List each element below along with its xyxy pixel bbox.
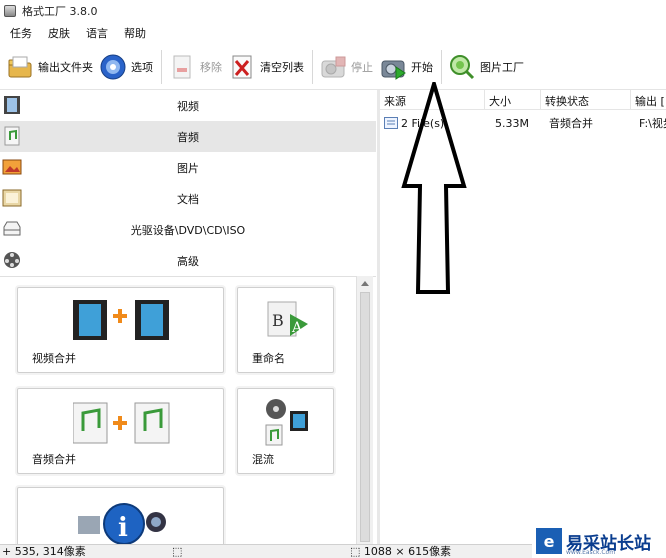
scrollbar-thumb[interactable] <box>360 292 370 542</box>
column-status[interactable]: 转换状态 <box>541 90 631 109</box>
start-button[interactable]: 开始 <box>379 49 433 85</box>
options-icon <box>99 53 127 81</box>
watermark-subtext: www.Easck.Com <box>566 549 616 556</box>
tile-label: 音频合并 <box>32 453 76 466</box>
column-size[interactable]: 大小 <box>485 90 541 109</box>
title-bar: 格式工厂 3.8.0 <box>0 0 666 22</box>
watermark: e 易采站长站 www.Easck.Com <box>532 524 666 558</box>
app-icon <box>4 5 16 17</box>
stop-label: 停止 <box>351 60 373 74</box>
menu-language[interactable]: 语言 <box>86 25 108 41</box>
category-label: 图片 <box>177 161 199 175</box>
file-list-icon <box>384 117 398 129</box>
clear-list-button[interactable]: 清空列表 <box>228 49 304 85</box>
category-advanced[interactable]: 高级 <box>0 245 376 276</box>
remove-label: 移除 <box>200 60 222 74</box>
cursor-position: + 535, 314像素 <box>2 545 86 558</box>
category-label: 文档 <box>177 192 199 206</box>
category-audio[interactable]: 音频 <box>0 121 376 152</box>
stop-icon <box>319 53 347 81</box>
stop-button[interactable]: 停止 <box>319 49 373 85</box>
options-button[interactable]: 选项 <box>99 49 153 85</box>
output-folder-button[interactable]: 输出文件夹 <box>6 49 93 85</box>
tile-label: 混流 <box>252 453 274 466</box>
output-folder-label: 输出文件夹 <box>38 60 93 74</box>
tile-label: 重命名 <box>252 352 285 365</box>
picture-factory-label: 图片工厂 <box>480 60 524 74</box>
category-video[interactable]: 视频 <box>0 90 376 121</box>
folder-icon <box>6 53 34 81</box>
cell-status: 音频合并 <box>549 117 593 130</box>
category-label: 高级 <box>177 254 199 268</box>
mux-icon <box>262 397 312 450</box>
picture-factory-button[interactable]: 图片工厂 <box>448 49 524 85</box>
clear-list-label: 清空列表 <box>260 60 304 74</box>
tile-video-merge[interactable]: 视频合并 <box>17 287 224 373</box>
toolbar-separator <box>312 49 313 84</box>
menu-skin[interactable]: 皮肤 <box>48 25 70 41</box>
category-label: 音频 <box>177 130 199 144</box>
tile-media-info[interactable]: i <box>17 487 224 544</box>
svg-text:i: i <box>118 513 128 543</box>
cell-size: 5.33M <box>495 116 529 130</box>
remove-icon <box>168 53 196 81</box>
magnifier-icon <box>448 53 476 81</box>
options-label: 选项 <box>131 60 153 74</box>
audio-merge-icon <box>72 399 173 450</box>
clear-list-icon <box>228 53 256 81</box>
remove-button[interactable]: 移除 <box>168 49 222 85</box>
category-document[interactable]: 文档 <box>0 183 376 214</box>
category-list: 视频 音频 图片 文档 光驱设备\DVD\CD\ISO 高级 <box>0 90 376 276</box>
video-merge-icon <box>73 298 173 345</box>
tile-mux[interactable]: 混流 <box>237 388 334 474</box>
tile-audio-merge[interactable]: 音频合并 <box>17 388 224 474</box>
tool-tiles-panel: 视频合并 BA 重命名 音频合并 混流 i <box>0 276 376 544</box>
svg-text:B: B <box>272 311 284 330</box>
category-label: 视频 <box>177 99 199 113</box>
selection-size: ⬚ <box>172 545 182 558</box>
menu-help[interactable]: 帮助 <box>124 25 146 41</box>
menu-task[interactable]: 任务 <box>10 25 32 41</box>
column-output[interactable]: 输出 [ <box>631 90 666 109</box>
start-label: 开始 <box>411 60 433 74</box>
category-picture[interactable]: 图片 <box>0 152 376 183</box>
category-label: 光驱设备\DVD\CD\ISO <box>130 223 246 237</box>
tiles-scrollbar[interactable] <box>356 276 373 544</box>
selection-icon: ⬚ <box>172 545 183 558</box>
media-info-icon: i <box>76 496 172 544</box>
watermark-logo: e <box>536 528 562 554</box>
rename-icon: BA <box>266 298 310 345</box>
annotation-arrow <box>400 76 470 299</box>
tile-label: 视频合并 <box>32 352 76 365</box>
pane-divider[interactable] <box>377 90 380 544</box>
toolbar-separator <box>441 49 442 84</box>
image-size-icon: ⬚ <box>350 545 364 558</box>
cursor-icon: + <box>2 545 15 558</box>
window-title: 格式工厂 3.8.0 <box>22 5 98 18</box>
start-icon <box>379 53 407 81</box>
tile-rename[interactable]: BA 重命名 <box>237 287 334 373</box>
toolbar: 输出文件夹 选项 移除 清空列表 停止 开始 图片工厂 <box>0 44 666 90</box>
toolbar-separator <box>161 49 162 84</box>
scroll-up-icon[interactable] <box>361 281 369 286</box>
category-optical-drive[interactable]: 光驱设备\DVD\CD\ISO <box>0 214 376 245</box>
menu-bar: 任务 皮肤 语言 帮助 <box>0 23 162 43</box>
cell-output: F:\视步 <box>639 117 666 130</box>
svg-text:A: A <box>291 320 303 336</box>
image-size: ⬚ 1088 × 615像素 <box>350 545 452 558</box>
